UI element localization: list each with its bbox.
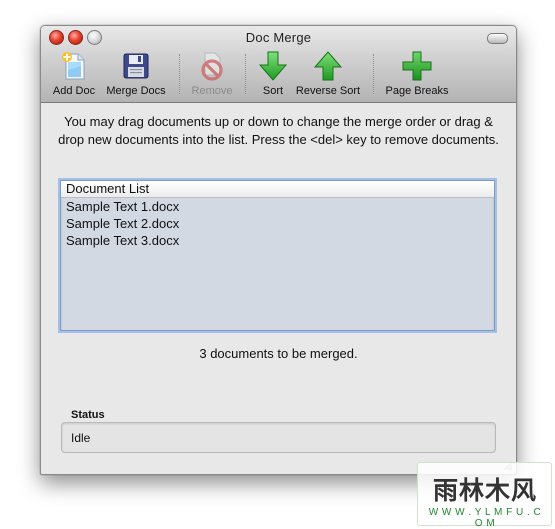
watermark-url: W W W . Y L M F U . C O M bbox=[428, 507, 542, 529]
add-doc-button[interactable]: Add Doc bbox=[47, 48, 101, 100]
title-toolbar-bar: Doc Merge Add Doc Merge Docs Remove Sort… bbox=[41, 26, 516, 103]
instructions-text: You may drag documents up or down to cha… bbox=[58, 114, 499, 147]
status-field: Idle bbox=[61, 422, 496, 453]
remove-label: Remove bbox=[191, 85, 233, 97]
merge-docs-label: Merge Docs bbox=[106, 85, 166, 97]
document-list-header[interactable]: Document List bbox=[61, 181, 494, 198]
document-list[interactable]: Document List Sample Text 1.docx Sample … bbox=[60, 180, 495, 331]
toolbar-separator bbox=[179, 54, 180, 94]
documents-count-text: 3 documents to be merged. bbox=[199, 346, 358, 361]
watermark-logo-text: 雨林木风 bbox=[432, 477, 537, 505]
green-up-arrow-icon bbox=[313, 51, 343, 81]
add-doc-icon bbox=[62, 52, 85, 80]
status-value: Idle bbox=[71, 431, 91, 445]
green-plus-icon bbox=[402, 51, 432, 81]
status-label: Status bbox=[71, 409, 105, 421]
add-doc-label: Add Doc bbox=[52, 85, 96, 97]
list-item[interactable]: Sample Text 1.docx bbox=[61, 198, 494, 215]
list-item[interactable]: Sample Text 3.docx bbox=[61, 232, 494, 249]
sort-button[interactable]: Sort bbox=[251, 48, 295, 100]
site-watermark: 雨林木风 W W W . Y L M F U . C O M bbox=[417, 462, 552, 529]
toolbar-separator bbox=[373, 54, 374, 94]
page-breaks-label: Page Breaks bbox=[385, 85, 449, 97]
no-entry-icon bbox=[201, 52, 223, 81]
sort-label: Sort bbox=[262, 85, 284, 97]
floppy-disk-icon bbox=[123, 53, 149, 79]
green-down-arrow-icon bbox=[258, 51, 288, 81]
merge-docs-button[interactable]: Merge Docs bbox=[103, 48, 169, 100]
doc-merge-window: Doc Merge Add Doc Merge Docs Remove Sort… bbox=[40, 25, 517, 475]
reverse-sort-button[interactable]: Reverse Sort bbox=[293, 48, 363, 100]
list-item[interactable]: Sample Text 2.docx bbox=[61, 215, 494, 232]
reverse-sort-label: Reverse Sort bbox=[295, 85, 361, 97]
remove-button[interactable]: Remove bbox=[185, 48, 239, 100]
page-breaks-button[interactable]: Page Breaks bbox=[379, 48, 455, 100]
toolbar-separator bbox=[245, 54, 246, 94]
toolbar-toggle-button[interactable] bbox=[487, 33, 508, 44]
window-title: Doc Merge bbox=[245, 30, 312, 45]
